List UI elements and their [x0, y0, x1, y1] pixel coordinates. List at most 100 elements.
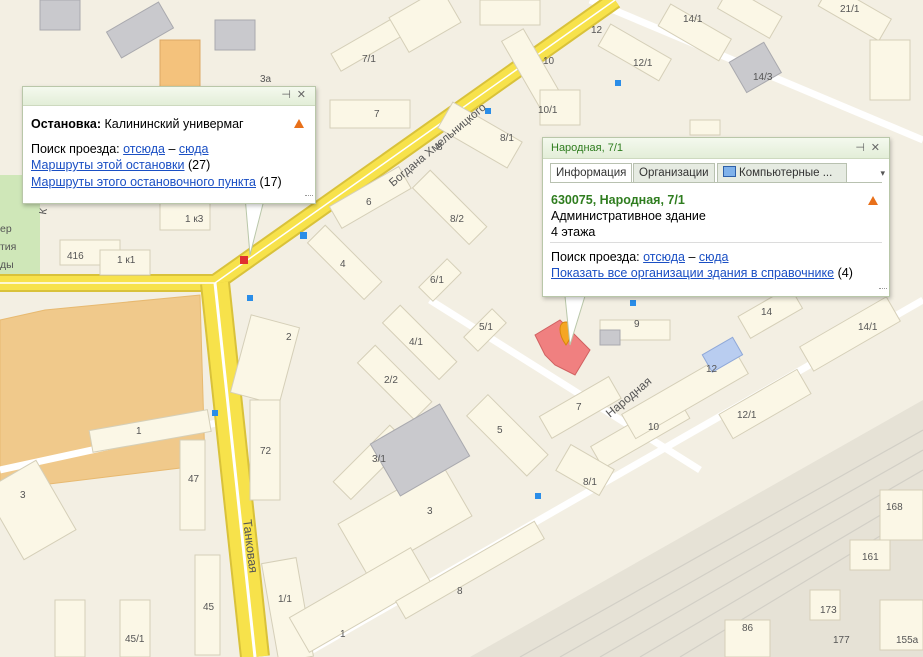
stop-popup-header: ⊣ ✕: [23, 87, 315, 106]
building-number: 8/2: [450, 214, 464, 225]
building-number: 14/1: [858, 322, 878, 333]
building-number: 1: [340, 629, 346, 640]
dash: –: [688, 250, 696, 264]
resize-handle[interactable]: [879, 288, 887, 295]
computer-icon: [723, 166, 736, 177]
building-number: 45: [203, 602, 215, 613]
routes-point-count: (17): [259, 175, 282, 189]
building-number: 7: [576, 402, 582, 413]
building-number: 14/3: [753, 72, 773, 83]
building-number: 4/1: [409, 337, 423, 348]
building-number: 7: [374, 109, 380, 120]
building-number: 10: [648, 422, 660, 433]
building-number: 5/1: [479, 322, 493, 333]
building-number: 416: [67, 251, 84, 262]
building-number: 1 к3: [185, 214, 204, 225]
routes-stop-link[interactable]: Маршруты этой остановки: [31, 158, 185, 172]
building-number: 12: [706, 364, 718, 375]
routes-point-link[interactable]: Маршруты этого остановочного пункта: [31, 175, 256, 189]
building-info-popup: Народная, 7/1 ⊣ ✕ Информация Организации…: [542, 137, 890, 297]
building-number: 14/1: [683, 14, 703, 25]
building-number: 2/2: [384, 375, 398, 386]
building-number: 4: [340, 259, 346, 270]
building-number: 8: [457, 586, 463, 597]
building-number: 3: [427, 506, 433, 517]
building-number: 3а: [260, 74, 272, 85]
to-here-link[interactable]: сюда: [179, 142, 209, 156]
building-number: 8/1: [500, 133, 514, 144]
pin-icon[interactable]: ⊣: [281, 88, 291, 101]
pin-icon[interactable]: ⊣: [855, 141, 865, 154]
building-number: 9: [634, 319, 640, 330]
building-number: 168: [886, 502, 903, 513]
route-search-label: Поиск проезда:: [31, 142, 120, 156]
partial-label: ды: [0, 259, 14, 271]
show-orgs-line: Показать все организации здания в справо…: [551, 266, 853, 280]
building-number: 177: [833, 635, 850, 646]
building-address: 630075, Народная, 7/1: [551, 193, 685, 207]
tab-information[interactable]: Информация: [550, 163, 633, 183]
partial-label: ер: [0, 223, 12, 235]
stop-title-line: Остановка: Калининский универмаг: [31, 117, 244, 131]
resize-handle[interactable]: [305, 195, 313, 202]
building-number: 6/1: [430, 275, 444, 286]
routes-point-line: Маршруты этого остановочного пункта (17): [31, 175, 282, 189]
building-number: 1: [136, 426, 142, 437]
tower-building: [159, 39, 201, 91]
building-number: 8/1: [583, 477, 597, 488]
building-number: 47: [188, 474, 200, 485]
close-icon[interactable]: ✕: [297, 88, 306, 101]
tabs-divider: [550, 182, 882, 183]
dash: –: [168, 142, 176, 156]
stop-name: Калининский универмаг: [104, 117, 244, 131]
building-number: 7/1: [362, 54, 376, 65]
tab-computer-label: Компьютерные ...: [739, 167, 833, 179]
building-number: 3: [20, 490, 26, 501]
show-organizations-count: (4): [837, 266, 853, 280]
warning-icon[interactable]: [294, 119, 304, 128]
building-floors: 4 этажа: [551, 225, 596, 239]
building-number: 21/1: [840, 4, 860, 15]
building-number: 12/1: [737, 410, 757, 421]
building-popup-header: Народная, 7/1 ⊣ ✕: [543, 138, 889, 159]
partial-label: тия: [0, 241, 16, 253]
route-search-label: Поиск проезда:: [551, 250, 640, 264]
building-number: 45/1: [125, 634, 145, 645]
building-number: 6: [366, 197, 372, 208]
tab-organizations[interactable]: Организации: [633, 163, 715, 182]
building-number: 5: [497, 425, 503, 436]
building-number: 155а: [896, 635, 919, 646]
building-number: 8: [437, 142, 443, 153]
stop-label: Остановка:: [31, 117, 101, 131]
building-type: Административное здание: [551, 209, 706, 223]
building-number: 2: [286, 332, 292, 343]
show-organizations-link[interactable]: Показать все организации здания в справо…: [551, 266, 834, 280]
building-number: 1 к1: [117, 255, 136, 266]
building-number: 161: [862, 552, 879, 563]
building-number: 3/1: [372, 454, 386, 465]
building-route-search: Поиск проезда: отсюда – сюда: [551, 250, 729, 264]
building-number: 1/1: [278, 594, 292, 605]
building-number: 86: [742, 623, 754, 634]
warning-icon[interactable]: [868, 196, 878, 205]
routes-stop-count: (27): [188, 158, 211, 172]
building-popup-title: Народная, 7/1: [551, 142, 624, 154]
building-number: 173: [820, 605, 837, 616]
building-number: 10/1: [538, 105, 558, 116]
building-number: 14: [761, 307, 773, 318]
from-here-link[interactable]: отсюда: [643, 250, 685, 264]
building-number: 10: [543, 56, 555, 67]
bus-stop-icon[interactable]: [240, 256, 248, 264]
building-number: 12/1: [633, 58, 653, 69]
close-icon[interactable]: ✕: [871, 141, 880, 154]
tab-computer[interactable]: Компьютерные ...: [717, 163, 847, 182]
stop-route-search: Поиск проезда: отсюда – сюда: [31, 142, 209, 156]
building-number: 72: [260, 446, 272, 457]
to-here-link[interactable]: сюда: [699, 250, 729, 264]
stop-info-popup: ⊣ ✕ Остановка: Калининский универмаг Пои…: [22, 86, 316, 204]
tabs-dropdown-icon[interactable]: ▾: [880, 168, 885, 179]
building-number: 12: [591, 25, 603, 36]
content-divider: [550, 242, 882, 243]
routes-stop-line: Маршруты этой остановки (27): [31, 158, 210, 172]
from-here-link[interactable]: отсюда: [123, 142, 165, 156]
